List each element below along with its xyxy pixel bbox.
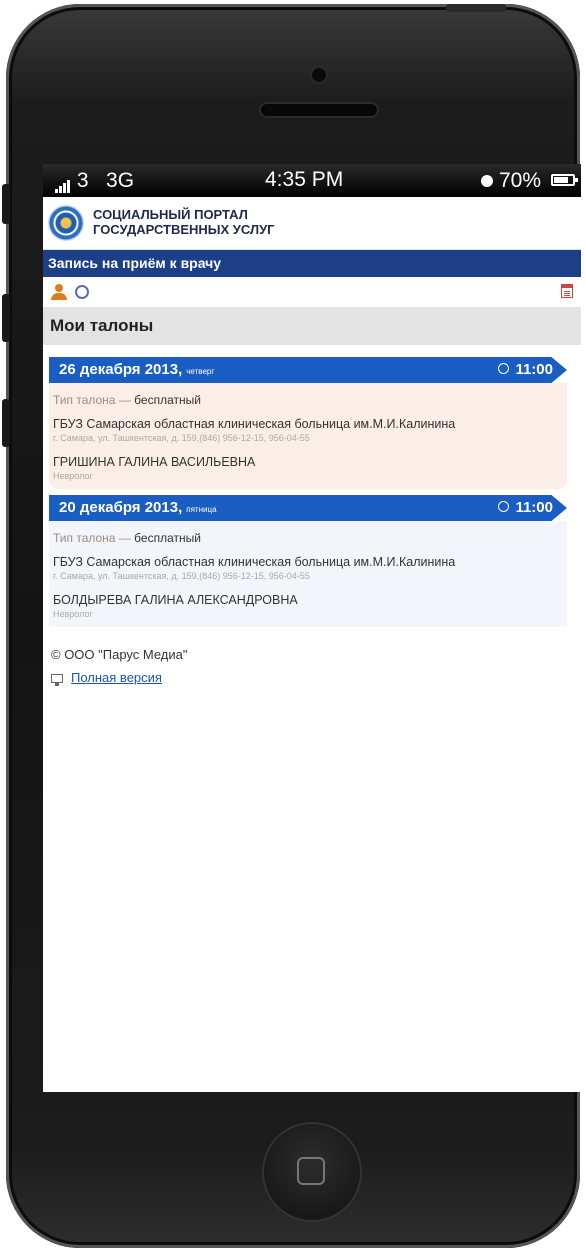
- ticket-date: 26 декабря 2013, четверг: [59, 361, 215, 378]
- section-title: Мои талоны: [43, 307, 581, 345]
- monitor-icon: [51, 674, 63, 687]
- carrier-label: 3: [76, 169, 89, 192]
- ticket-body: Тип талона — бесплатный ГБУЗ Самарская о…: [49, 521, 567, 627]
- user-icon[interactable]: [51, 284, 67, 300]
- network-label: 3G: [106, 169, 135, 192]
- status-time: 4:35 PM: [265, 168, 344, 191]
- copyright: © ООО "Парус Медиа": [51, 647, 188, 662]
- clinic-name: ГБУЗ Самарская областная клиническая бол…: [53, 555, 456, 569]
- ticket-card[interactable]: 26 декабря 2013, четверг 11:00 Тип талона…: [43, 357, 581, 489]
- ticket-body: Тип талона — бесплатный ГБУЗ Самарская о…: [49, 383, 567, 489]
- circle-icon[interactable]: [75, 285, 89, 299]
- ticket-time: 11:00: [515, 499, 553, 516]
- home-button[interactable]: [264, 1124, 360, 1220]
- clock-icon: [498, 363, 509, 374]
- screen: 3 3G 4:35 PM 70% СОЦИАЛЬНЫЙ ПОРТАЛ ГОСУД…: [43, 164, 581, 1092]
- clinic-name: ГБУЗ Самарская областная клиническая бол…: [53, 417, 456, 431]
- battery-percent: 70%: [480, 169, 541, 193]
- volume-down-button: [2, 399, 10, 447]
- battery-icon: [551, 174, 578, 186]
- carrier-signal: 3 3G: [55, 169, 135, 194]
- phone-frame: 3 3G 4:35 PM 70% СОЦИАЛЬНЫЙ ПОРТАЛ ГОСУД…: [2, 4, 581, 1248]
- portal-logo-icon[interactable]: [48, 205, 84, 241]
- clock-icon: [498, 501, 509, 512]
- calendar-icon[interactable]: [561, 284, 573, 298]
- clinic-address: г. Самара, ул. Ташкентская, д. 159,(846)…: [53, 571, 310, 581]
- full-version-link[interactable]: Полная версия: [43, 670, 581, 687]
- ticket-type: Тип талона — бесплатный: [53, 531, 201, 545]
- volume-up-button: [2, 294, 10, 342]
- alarm-icon: [480, 175, 493, 188]
- silent-switch: [2, 184, 10, 224]
- earpiece-speaker: [261, 104, 377, 116]
- ticket-date: 20 декабря 2013, пятница: [59, 499, 217, 516]
- page-title-bar: Запись на приём к врачу: [43, 250, 581, 277]
- doctor-specialty: Невролог: [53, 609, 93, 619]
- portal-header: СОЦИАЛЬНЫЙ ПОРТАЛ ГОСУДАРСТВЕННЫХ УСЛУГ: [43, 197, 581, 250]
- ticket-header: 20 декабря 2013, пятница 11:00: [49, 495, 567, 521]
- portal-name: СОЦИАЛЬНЫЙ ПОРТАЛ ГОСУДАРСТВЕННЫХ УСЛУГ: [93, 207, 275, 237]
- doctor-specialty: Невролог: [53, 471, 93, 481]
- ticket-header: 26 декабря 2013, четверг 11:00: [49, 357, 567, 383]
- ticket-card[interactable]: 20 декабря 2013, пятница 11:00 Тип талона…: [43, 495, 581, 627]
- ticket-type: Тип талона — бесплатный: [53, 393, 201, 407]
- front-camera: [312, 68, 326, 82]
- clinic-address: г. Самара, ул. Ташкентская, д. 159,(846)…: [53, 433, 310, 443]
- power-button: [446, 4, 506, 12]
- ticket-time: 11:00: [515, 361, 553, 378]
- doctor-name: ГРИШИНА ГАЛИНА ВАСИЛЬЕВНА: [53, 455, 256, 469]
- status-bar: 3 3G 4:35 PM 70%: [43, 164, 581, 197]
- toolbar: [43, 277, 581, 307]
- full-version-link-text[interactable]: Полная версия: [71, 670, 162, 685]
- doctor-name: БОЛДЫРЕВА ГАЛИНА АЛЕКСАНДРОВНА: [53, 593, 298, 607]
- signal-bars-icon: [55, 169, 71, 194]
